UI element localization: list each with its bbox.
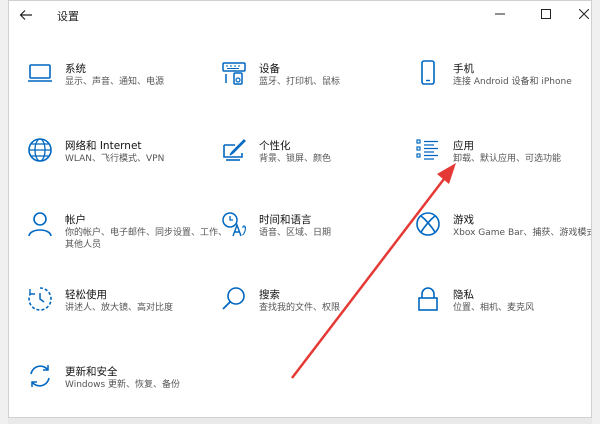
tile-privacy-desc: 位置、相机、麦克风 bbox=[453, 303, 535, 313]
tile-privacy-name: 隐私 bbox=[453, 289, 474, 301]
close-button[interactable] bbox=[573, 5, 591, 23]
person-icon bbox=[28, 212, 52, 237]
tile-time-language-desc: 语音、区域、日期 bbox=[259, 228, 332, 238]
tile-ease-of-access-name: 轻松使用 bbox=[65, 289, 107, 301]
tile-accounts[interactable]: 帐户 你的帐户、电子邮件、同步设置、工作、其他人员 bbox=[27, 211, 227, 271]
tile-phone-name: 手机 bbox=[453, 63, 474, 75]
sync-icon bbox=[30, 365, 50, 387]
tile-network[interactable]: 网络和 Internet WLAN、飞行模式、VPN bbox=[27, 137, 207, 197]
lock-icon bbox=[418, 287, 438, 311]
tile-apps[interactable]: 应用 卸载、默认应用、可选功能 bbox=[415, 137, 591, 197]
keyboard-speaker-icon bbox=[222, 62, 246, 85]
tile-accounts-name: 帐户 bbox=[65, 214, 86, 226]
maximize-icon bbox=[541, 9, 551, 19]
right-background-edge bbox=[592, 0, 600, 424]
title-bar: 设置 bbox=[9, 1, 591, 29]
tile-network-desc: WLAN、飞行模式、VPN bbox=[65, 154, 165, 164]
tile-network-name: 网络和 Internet bbox=[65, 140, 142, 152]
tile-time-language[interactable]: 时间和语言 语音、区域、日期 bbox=[221, 211, 401, 271]
search-icon bbox=[222, 287, 245, 310]
pen-tablet-icon bbox=[223, 139, 246, 161]
tile-update-security-name: 更新和安全 bbox=[65, 366, 118, 378]
tile-devices[interactable]: 设备 蓝牙、打印机、鼠标 bbox=[221, 60, 401, 120]
back-button[interactable] bbox=[15, 5, 37, 25]
tile-update-security[interactable]: 更新和安全 Windows 更新、恢复、备份 bbox=[27, 363, 207, 417]
tile-personalization-name: 个性化 bbox=[259, 140, 291, 152]
laptop-icon bbox=[28, 64, 52, 82]
xbox-icon bbox=[416, 212, 440, 236]
left-background-edge bbox=[0, 0, 8, 424]
tile-personalization-desc: 背景、锁屏、颜色 bbox=[259, 154, 332, 164]
tile-update-security-desc: Windows 更新、恢复、备份 bbox=[65, 380, 181, 390]
tile-system-name: 系统 bbox=[65, 63, 86, 75]
tile-devices-desc: 蓝牙、打印机、鼠标 bbox=[259, 77, 341, 87]
tile-system-desc: 显示、声音、通知、电源 bbox=[65, 77, 165, 87]
maximize-button[interactable] bbox=[535, 5, 557, 23]
tile-accounts-desc: 你的帐户、电子邮件、同步设置、工作、其他人员 bbox=[65, 228, 228, 250]
globe-icon bbox=[28, 138, 52, 162]
tile-search[interactable]: 搜索 查找我的文件、权限 bbox=[221, 286, 401, 346]
ease-timer-icon bbox=[28, 287, 52, 311]
minimize-button[interactable] bbox=[489, 5, 511, 23]
back-arrow-icon bbox=[19, 10, 32, 20]
window-title: 设置 bbox=[57, 10, 79, 23]
tile-phone[interactable]: 手机 连接 Android 设备和 iPhone bbox=[415, 60, 591, 120]
tile-apps-name: 应用 bbox=[453, 140, 474, 152]
tile-privacy[interactable]: 隐私 位置、相机、麦克风 bbox=[415, 286, 591, 346]
phone-icon bbox=[421, 60, 435, 85]
tile-ease-of-access[interactable]: 轻松使用 讲述人、放大镜、高对比度 bbox=[27, 286, 207, 346]
list-icon bbox=[416, 139, 438, 160]
tile-search-desc: 查找我的文件、权限 bbox=[259, 303, 341, 313]
tile-phone-desc: 连接 Android 设备和 iPhone bbox=[453, 77, 572, 87]
tile-ease-of-access-desc: 讲述人、放大镜、高对比度 bbox=[65, 303, 174, 313]
tile-personalization[interactable]: 个性化 背景、锁屏、颜色 bbox=[221, 137, 401, 197]
minimize-icon bbox=[495, 13, 505, 15]
tile-gaming-desc: Xbox Game Bar、捕获、游戏模式 bbox=[453, 228, 592, 238]
tile-time-language-name: 时间和语言 bbox=[259, 214, 312, 226]
tile-apps-desc: 卸载、默认应用、可选功能 bbox=[453, 154, 562, 164]
language-icon bbox=[222, 212, 247, 237]
tile-system[interactable]: 系统 显示、声音、通知、电源 bbox=[27, 60, 207, 120]
tile-devices-name: 设备 bbox=[259, 63, 280, 75]
tile-gaming[interactable]: 游戏 Xbox Game Bar、捕获、游戏模式 bbox=[415, 211, 592, 271]
tile-gaming-name: 游戏 bbox=[453, 214, 474, 226]
settings-window: 设置 系统 显示、声音、通知、电源 设备 蓝牙、打印机、鼠标 手机 连接 And… bbox=[8, 0, 592, 418]
tile-search-name: 搜索 bbox=[259, 289, 280, 301]
close-icon bbox=[579, 9, 589, 19]
